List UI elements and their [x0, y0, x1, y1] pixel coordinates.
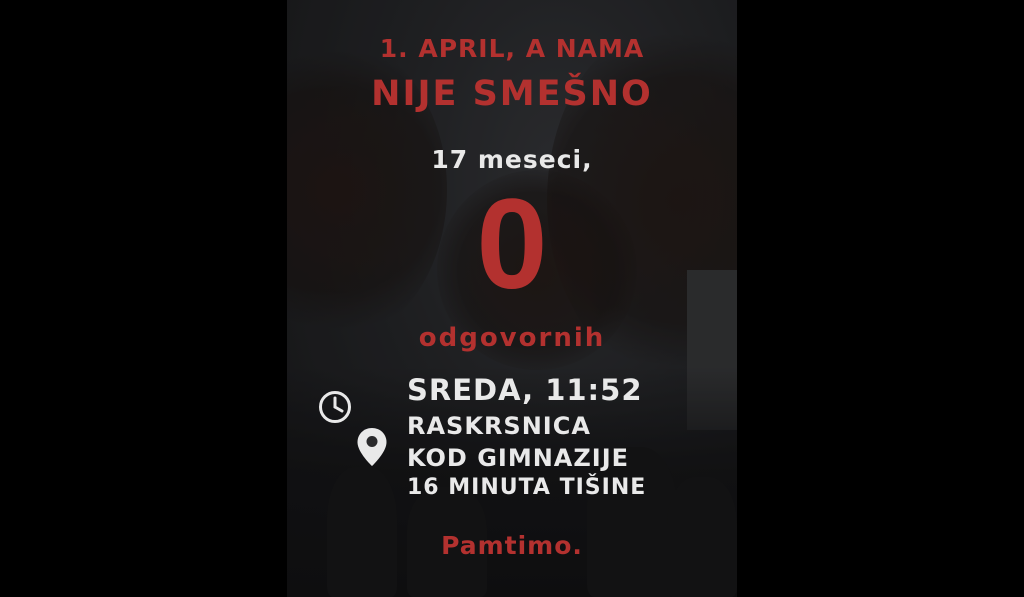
location-line-2: KOD GIMNAZIJE [407, 444, 630, 472]
big-number: 0 [476, 173, 548, 316]
protest-poster: 1. APRIL, A NAMA NIJE SMEŠNO 17 meseci, … [287, 0, 737, 597]
responsible-text: odgovornih [418, 323, 606, 353]
day-time-text: SREDA, 11:52 [407, 373, 643, 407]
months-text: 17 meseci, [431, 145, 593, 174]
location-line-1: RASKRSNICA [407, 412, 591, 440]
headline-line-1: 1. APRIL, A NAMA [379, 34, 645, 63]
location-pin-icon [357, 428, 387, 466]
silence-text: 16 MINUTA TIŠINE [407, 475, 647, 500]
clock-icon [319, 391, 351, 423]
headline-line-2: NIJE SMEŠNO [371, 74, 653, 114]
closing-text: Pamtimo. [441, 531, 583, 560]
